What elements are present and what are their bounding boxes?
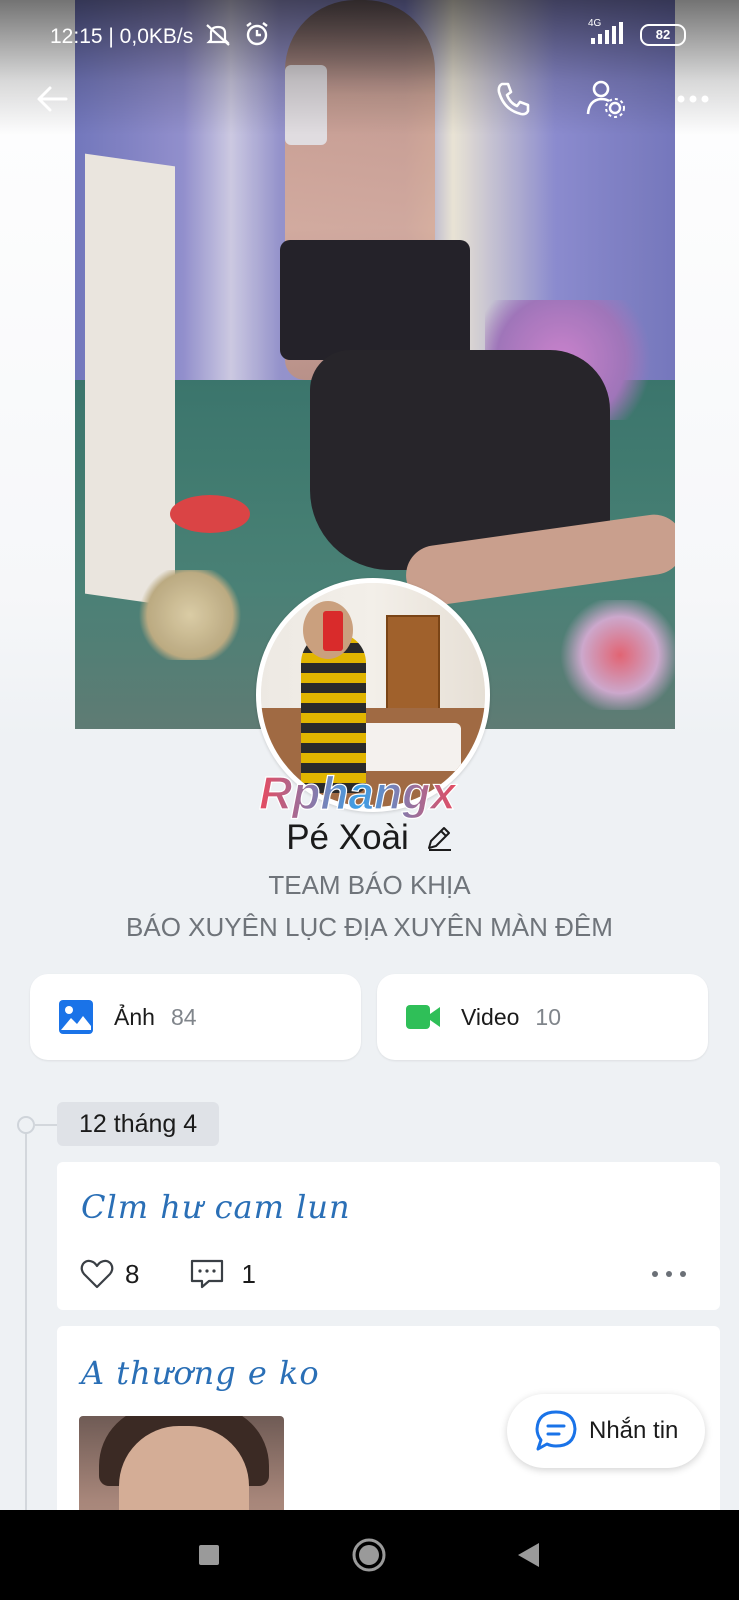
comment-icon[interactable] [189,1256,225,1292]
system-navigation-bar [0,1510,739,1600]
chat-bubble-icon [535,1410,577,1451]
photos-button[interactable]: Ảnh 84 [30,974,361,1060]
image-icon [59,1000,93,1034]
battery-icon: 82 [640,24,686,46]
back-arrow-icon[interactable] [30,76,76,122]
likes-count: 8 [125,1258,140,1289]
video-camera-icon [406,1005,440,1029]
post-text: A thương e ko [81,1354,320,1392]
alarm-icon [246,22,268,46]
muted-icon [206,24,230,46]
svg-text:Rphangx: Rphangx [259,767,458,819]
post-more-icon[interactable] [649,1264,689,1284]
status-time: 12:15 | 0,0KB/s [50,25,194,48]
message-button[interactable]: Nhắn tin [507,1394,705,1468]
heart-icon[interactable] [79,1256,115,1292]
watermark-logo: Rphangx [258,766,458,819]
reaction-row: 8 1 [79,1256,256,1292]
photos-count: 84 [170,1003,197,1030]
phone-icon[interactable] [490,76,536,122]
photos-label: Ảnh [114,1003,155,1030]
home-icon[interactable] [346,1532,392,1578]
videos-button[interactable]: Video 10 [377,974,708,1060]
profile-name: Pé Xoài [286,818,409,857]
bio-line: BÁO XUYÊN LỤC ĐỊA XUYÊN MÀN ĐÊM [126,912,613,942]
bio-line: TEAM BÁO KHỊA [268,870,471,900]
profile-settings-icon[interactable] [582,76,628,122]
recents-icon[interactable] [186,1532,232,1578]
status-bar: 12:15 | 0,0KB/s [50,20,271,49]
edit-pencil-icon[interactable] [425,824,453,852]
post-card[interactable]: Clm hư cam lun 8 1 [57,1162,720,1310]
more-icon[interactable] [670,76,716,122]
post-text: Clm hư cam lun [81,1188,351,1226]
profile-name-row: Pé Xoài [0,818,739,858]
videos-label: Video [461,1003,520,1030]
back-triangle-icon[interactable] [506,1532,552,1578]
message-button-label: Nhắn tin [589,1417,679,1444]
videos-count: 10 [535,1003,562,1030]
comments-count: 1 [241,1258,256,1289]
date-chip: 12 tháng 4 [57,1102,220,1146]
profile-screen: 12:15 | 0,0KB/s 4G 82 Rphangx Pé Xoài TE… [0,0,739,1600]
signal-icon [591,22,623,44]
timeline-connector [33,1124,57,1126]
